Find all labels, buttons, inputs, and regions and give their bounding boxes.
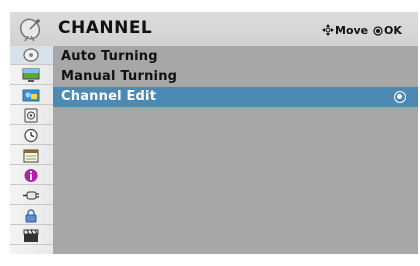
- plug-icon: [23, 191, 39, 200]
- menu-item-label: Manual Turning: [61, 69, 178, 84]
- clapperboard-icon: [23, 229, 39, 242]
- menu-item-label: Auto Turning: [61, 49, 158, 64]
- sidebar-item-schedule[interactable]: [10, 146, 53, 165]
- sidebar-item-info[interactable]: [10, 166, 53, 185]
- lock-icon: [25, 209, 37, 223]
- clock-icon: [24, 128, 38, 143]
- satellite-dish-icon: [19, 18, 41, 42]
- move-hint-label: Move: [335, 24, 369, 37]
- menu-item-channel-edit[interactable]: Channel Edit: [53, 87, 418, 107]
- dpad-arrows-icon: [322, 24, 334, 36]
- menu-item-auto-turning[interactable]: Auto Turning: [53, 47, 418, 67]
- sidebar-item-media[interactable]: [10, 226, 53, 245]
- monitor-picture-icon: [22, 68, 40, 82]
- ok-button-icon: [373, 26, 383, 36]
- menu-item-manual-turning[interactable]: Manual Turning: [53, 67, 418, 87]
- sidebar-item-screen[interactable]: [10, 86, 53, 105]
- dish-icon: [23, 48, 39, 62]
- sidebar-item-lock[interactable]: [10, 206, 53, 225]
- info-icon: [24, 169, 38, 182]
- osd-menu: CHANNEL Move OK Auto Turning Manual Turn…: [10, 12, 418, 254]
- move-hint: Move: [322, 24, 368, 37]
- selected-radio-icon: [394, 91, 406, 103]
- sidebar-item-time[interactable]: [10, 126, 53, 145]
- speaker-icon: [24, 108, 38, 123]
- sidebar-item-input[interactable]: [10, 186, 53, 205]
- sidebar-item-audio[interactable]: [10, 106, 53, 125]
- ok-hint: OK: [373, 24, 402, 37]
- ok-hint-label: OK: [384, 24, 402, 37]
- menu-header: CHANNEL Move OK: [10, 12, 418, 46]
- calendar-icon: [23, 149, 39, 163]
- page-title: CHANNEL: [58, 18, 153, 38]
- screen-photo-icon: [22, 89, 40, 102]
- sidebar-item-channel[interactable]: [10, 46, 53, 65]
- category-sidebar: [10, 46, 53, 254]
- sidebar-item-picture[interactable]: [10, 66, 53, 85]
- menu-item-label: Channel Edit: [61, 89, 157, 104]
